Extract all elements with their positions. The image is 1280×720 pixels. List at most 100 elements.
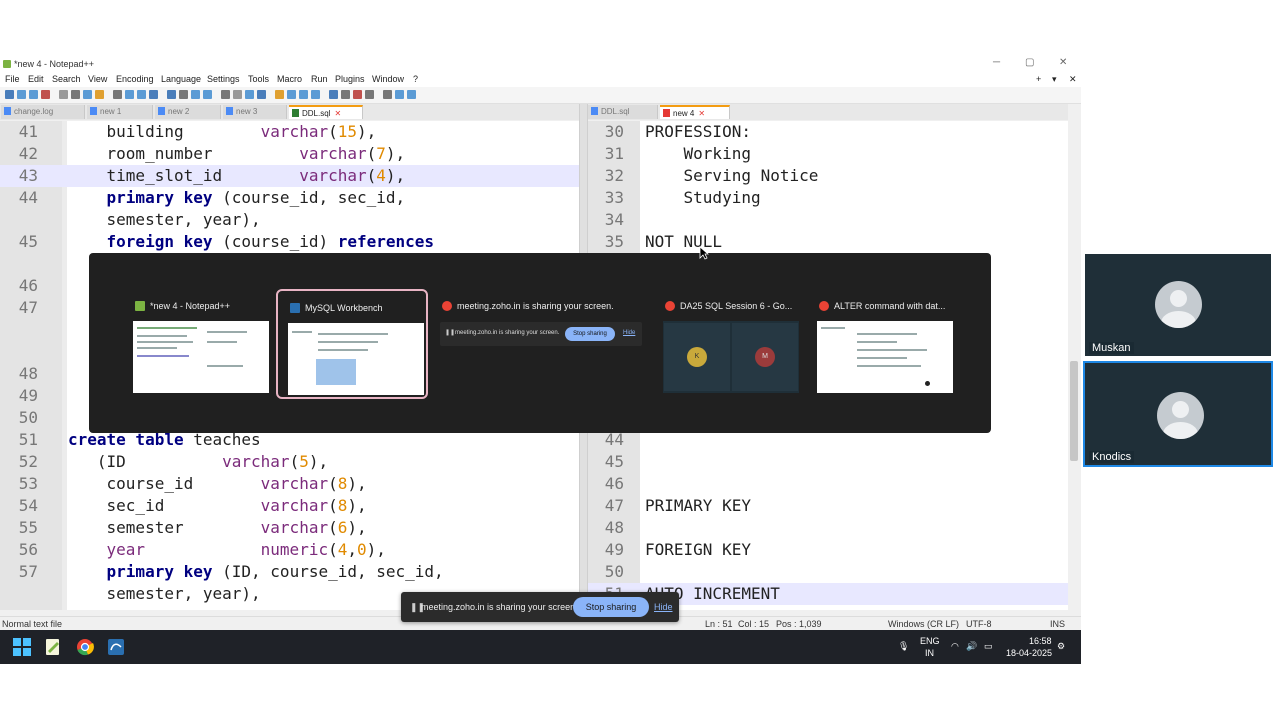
toolbar-icon[interactable] (113, 90, 122, 99)
tab-new-4[interactable]: new 4 ✕ (660, 105, 730, 119)
menu-encoding[interactable]: Encoding (116, 74, 154, 84)
menu-language[interactable]: Language (161, 74, 201, 84)
code-line[interactable]: 43 time_slot_id varchar(4), (0, 165, 579, 187)
toolbar-icon[interactable] (407, 90, 416, 99)
tab-ddl-sql-right[interactable]: DDL.sql (588, 105, 658, 119)
menu-search[interactable]: Search (52, 74, 81, 84)
code-line[interactable]: 46 (588, 473, 1068, 495)
menu-plugins[interactable]: Plugins (335, 74, 365, 84)
close-doc-icon[interactable]: ✕ (1069, 74, 1077, 85)
toolbar-icon[interactable] (383, 90, 392, 99)
code-line[interactable]: 45 foreign key (course_id) references (0, 231, 579, 253)
toolbar-icon[interactable] (353, 90, 362, 99)
minimize-icon[interactable]: ─ (993, 57, 1000, 68)
tab-list-icon[interactable]: ▾ (1052, 74, 1057, 85)
code-line[interactable]: 32 Serving Notice (588, 165, 1068, 187)
toolbar-icon[interactable] (59, 90, 68, 99)
menu-edit[interactable]: Edit (28, 74, 44, 84)
notepadpp-icon[interactable] (44, 638, 62, 656)
code-line[interactable]: 54 sec_id varchar(8), (0, 495, 579, 517)
toolbar-icon[interactable] (167, 90, 176, 99)
code-line[interactable]: 41 building varchar(15), (0, 121, 579, 143)
code-line[interactable]: 45 (588, 451, 1068, 473)
menu-file[interactable]: File (5, 74, 20, 84)
code-line[interactable]: semester, year), (0, 209, 579, 231)
toolbar-icon[interactable] (245, 90, 254, 99)
code-line[interactable]: 48 (588, 517, 1068, 539)
vertical-scrollbar[interactable] (1068, 121, 1080, 610)
menu-tools[interactable]: Tools (248, 74, 269, 84)
switcher-card-alter-command[interactable]: ALTER command with dat... (807, 289, 959, 399)
switcher-card-mysql-workbench[interactable]: MySQL Workbench (276, 289, 428, 399)
code-line[interactable]: 50 (588, 561, 1068, 583)
tab-new-3[interactable]: new 3 (223, 105, 287, 119)
participant-tile-knodics[interactable]: Knodics (1083, 361, 1273, 467)
menu-help[interactable]: ? (413, 74, 418, 84)
code-line[interactable]: 34 (588, 209, 1068, 231)
notification-icon[interactable]: ⚙ (1057, 641, 1065, 652)
toolbar-icon[interactable] (203, 90, 212, 99)
toolbar-icon[interactable] (17, 90, 26, 99)
toolbar-icon[interactable] (29, 90, 38, 99)
chrome-icon[interactable] (76, 638, 94, 656)
menu-window[interactable]: Window (372, 74, 404, 84)
wifi-icon[interactable]: ◠ (951, 641, 959, 652)
code-line[interactable]: 42 room_number varchar(7), (0, 143, 579, 165)
participant-tile-muskan[interactable]: Muskan (1085, 254, 1271, 356)
code-line[interactable]: 55 semester varchar(6), (0, 517, 579, 539)
microphone-icon[interactable]: 🎙 (898, 641, 909, 652)
code-line[interactable]: 49 FOREIGN KEY (588, 539, 1068, 561)
toolbar-icon[interactable] (41, 90, 50, 99)
windows-start-icon[interactable] (13, 638, 31, 656)
code-line[interactable]: 44 primary key (course_id, sec_id, (0, 187, 579, 209)
toolbar-icon[interactable] (137, 90, 146, 99)
toolbar-icon[interactable] (149, 90, 158, 99)
close-tab-icon[interactable]: ✕ (334, 109, 341, 118)
toolbar-icon[interactable] (95, 90, 104, 99)
toolbar-icon[interactable] (233, 90, 242, 99)
menu-macro[interactable]: Macro (277, 74, 302, 84)
clock-time[interactable]: 16:58 (1029, 636, 1052, 646)
toolbar-icon[interactable] (311, 90, 320, 99)
menu-settings[interactable]: Settings (207, 74, 240, 84)
code-line[interactable]: 57 primary key (ID, course_id, sec_id, (0, 561, 579, 583)
code-line[interactable]: 33 Studying (588, 187, 1068, 209)
language-indicator[interactable]: ENG (920, 636, 940, 646)
code-line[interactable]: 31 Working (588, 143, 1068, 165)
code-line[interactable]: 47 PRIMARY KEY (588, 495, 1068, 517)
code-line[interactable]: 56 year numeric(4,0), (0, 539, 579, 561)
toolbar-icon[interactable] (221, 90, 230, 99)
tab-ddl-sql[interactable]: DDL.sql ✕ (289, 105, 363, 119)
toolbar-icon[interactable] (299, 90, 308, 99)
toolbar-icon[interactable] (287, 90, 296, 99)
code-line[interactable]: 53 course_id varchar(8), (0, 473, 579, 495)
toolbar-icon[interactable] (257, 90, 266, 99)
stop-sharing-button[interactable]: Stop sharing (573, 597, 649, 617)
toolbar-icon[interactable] (329, 90, 338, 99)
code-line[interactable]: 52 (ID varchar(5), (0, 451, 579, 473)
toolbar-icon[interactable] (71, 90, 80, 99)
switcher-card-notepadpp[interactable]: *new 4 - Notepad++ (123, 289, 275, 399)
scrollbar-thumb[interactable] (1070, 361, 1078, 461)
close-icon[interactable]: ✕ (1059, 57, 1067, 68)
toolbar-icon[interactable] (275, 90, 284, 99)
toolbar-icon[interactable] (395, 90, 404, 99)
hide-link[interactable]: Hide (654, 602, 673, 612)
tab-new-2[interactable]: new 2 (155, 105, 221, 119)
toolbar-icon[interactable] (83, 90, 92, 99)
close-tab-icon[interactable]: ✕ (698, 109, 705, 118)
toolbar-icon[interactable] (125, 90, 134, 99)
toolbar-icon[interactable] (365, 90, 374, 99)
menu-run[interactable]: Run (311, 74, 328, 84)
tab-change-log[interactable]: change.log (1, 105, 85, 119)
tab-new-1[interactable]: new 1 (87, 105, 153, 119)
toolbar-icon[interactable] (191, 90, 200, 99)
toolbar-icon[interactable] (179, 90, 188, 99)
battery-icon[interactable]: ▭ (984, 641, 993, 652)
volume-icon[interactable]: 🔊 (966, 641, 977, 652)
switcher-card-sharing-notice[interactable]: meeting.zoho.in is sharing your screen. … (430, 289, 646, 399)
maximize-icon[interactable]: ▢ (1025, 57, 1034, 68)
mysql-workbench-icon[interactable] (107, 638, 125, 656)
switcher-card-meeting[interactable]: DA25 SQL Session 6 - Go... K M (653, 289, 805, 399)
menu-view[interactable]: View (88, 74, 107, 84)
